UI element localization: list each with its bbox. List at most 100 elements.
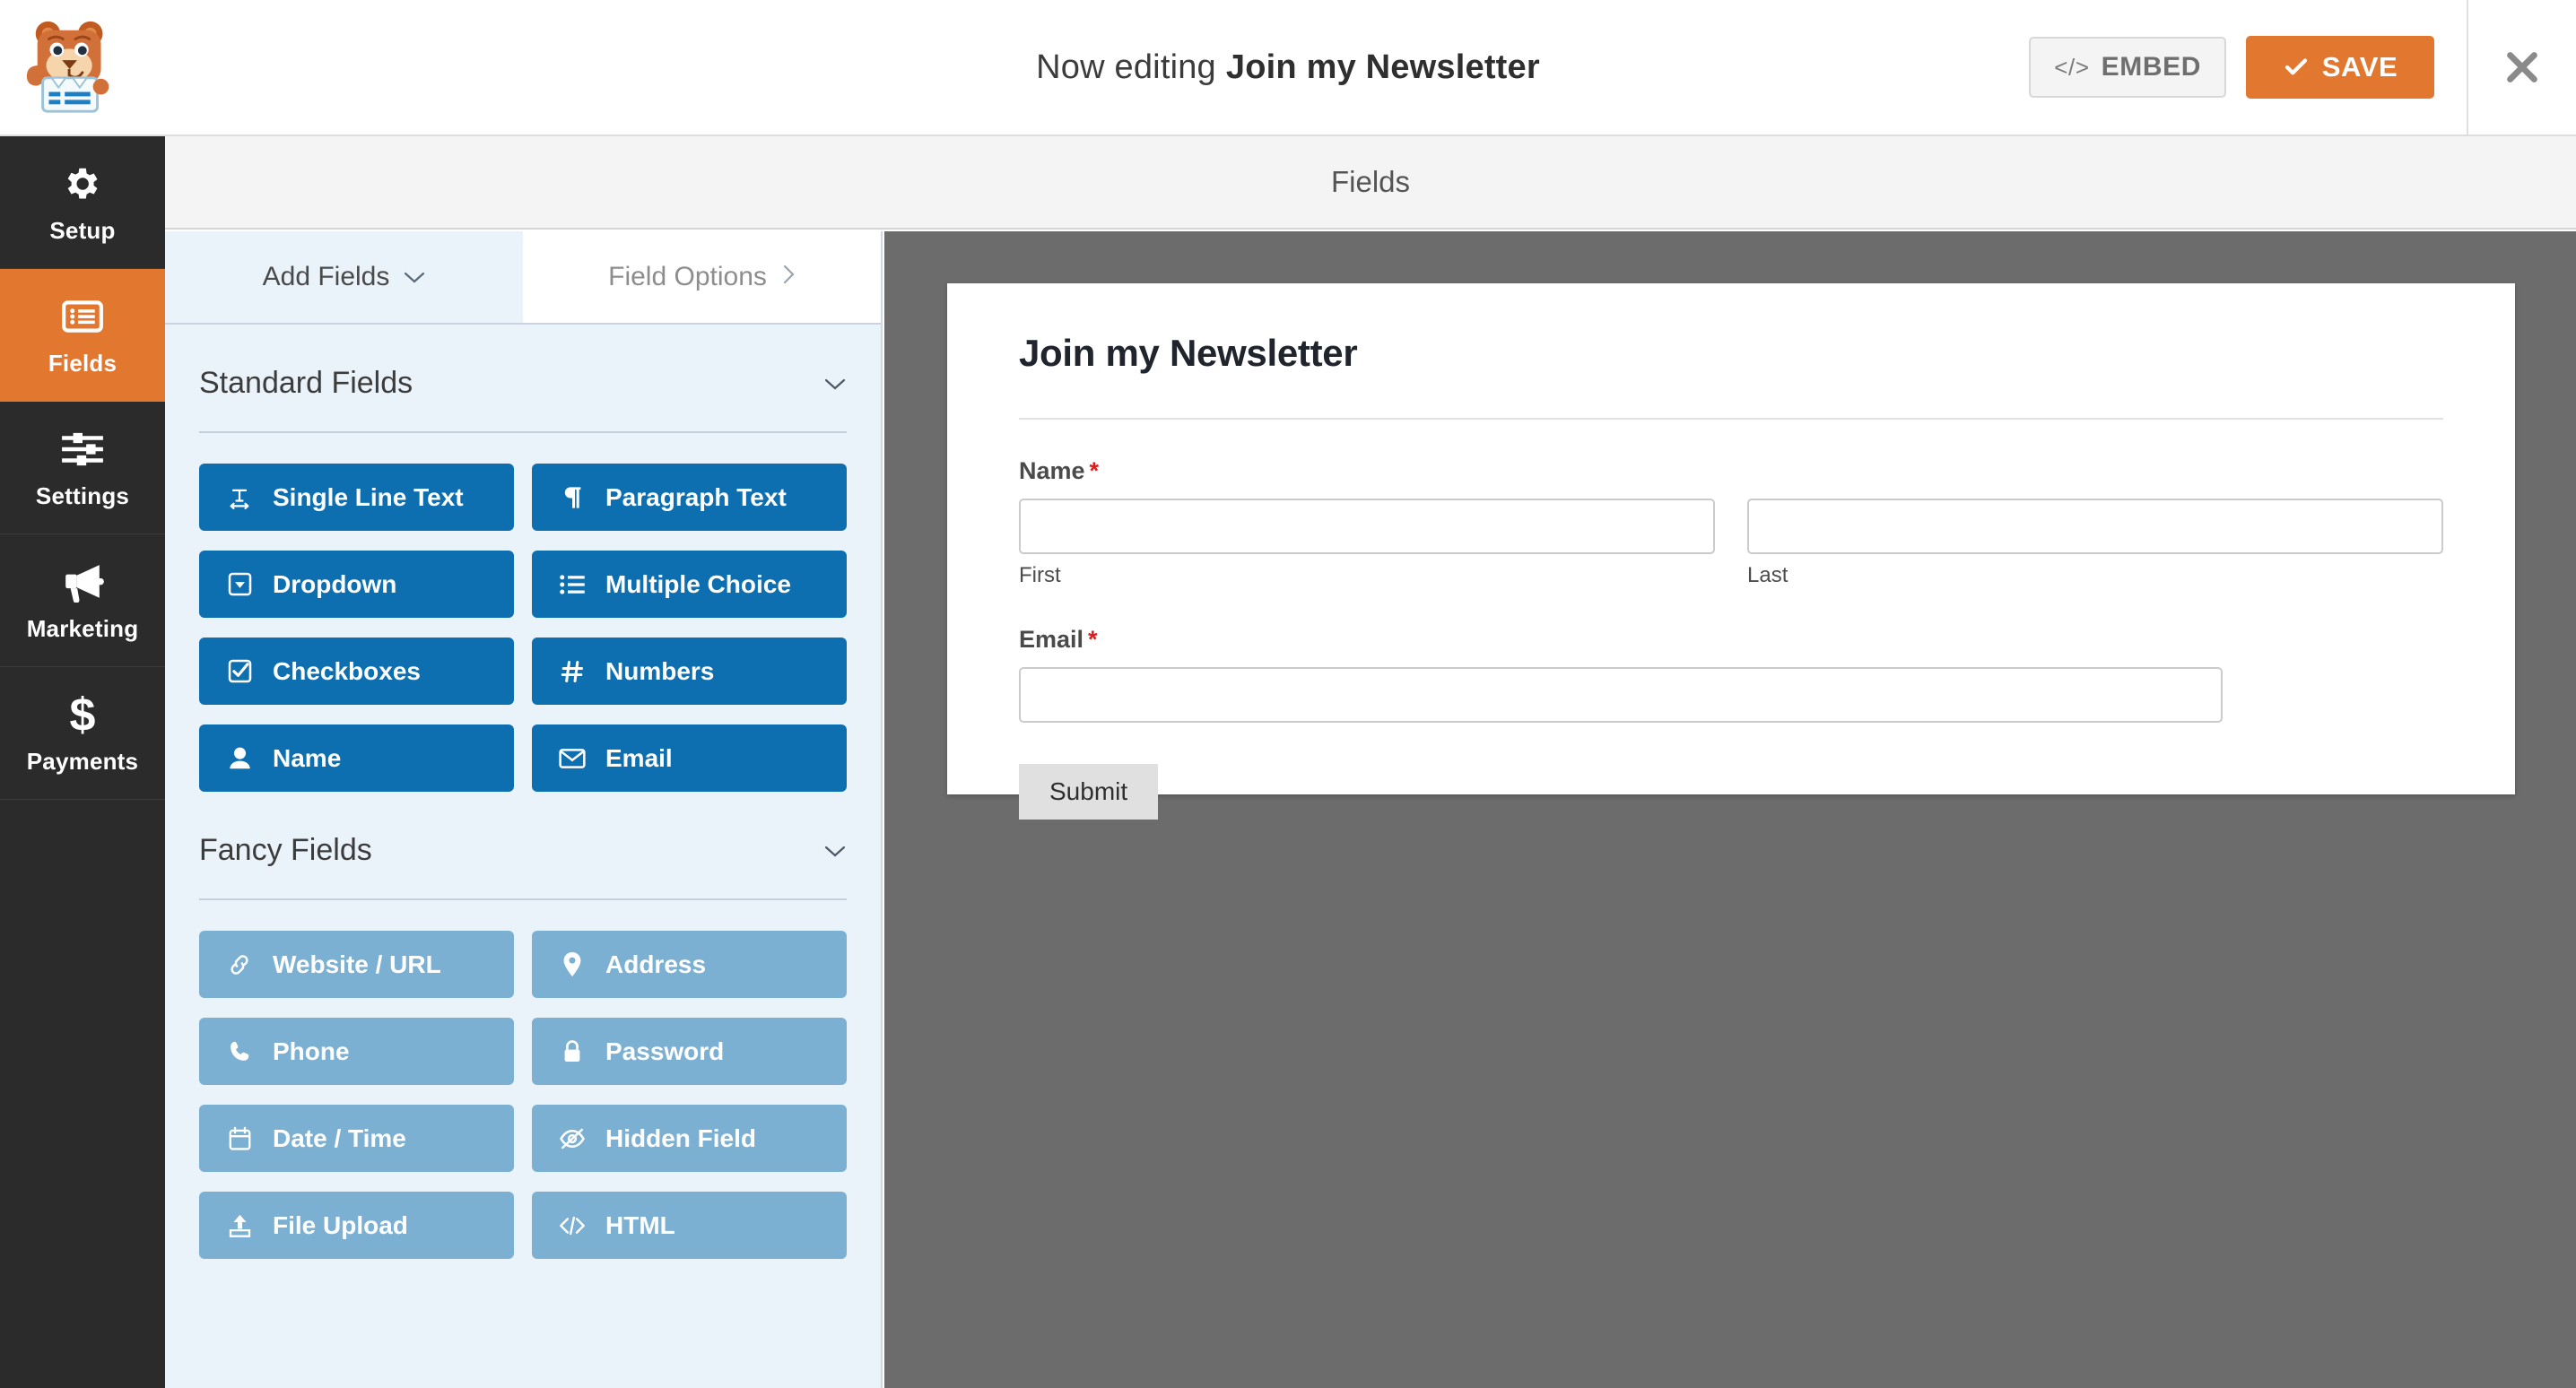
submit-row: Submit: [1019, 764, 2443, 820]
list-ul-icon: [557, 569, 587, 600]
map-marker-icon: [557, 950, 587, 980]
tab-field-options[interactable]: Field Options: [523, 231, 881, 323]
tab-add-fields[interactable]: Add Fields: [165, 231, 523, 323]
form-preview-area: Join my Newsletter Name * First Last Emai…: [884, 231, 2576, 1388]
section-fancy-fields: Fancy Fields Website / URL Address Phone…: [165, 792, 881, 1259]
field-button-html[interactable]: HTML: [532, 1192, 847, 1259]
field-button-label: Multiple Choice: [605, 569, 791, 598]
form-card: Join my Newsletter Name * First Last Emai…: [947, 283, 2515, 820]
field-button-label: File Upload: [273, 1210, 408, 1239]
eye-slash-icon: [557, 1123, 587, 1154]
field-button-numbers[interactable]: Numbers: [532, 638, 847, 705]
name-first-sublabel: First: [1019, 563, 1061, 587]
form-field-email[interactable]: Email *: [1019, 626, 2443, 723]
field-button-file-upload[interactable]: File Upload: [199, 1192, 514, 1259]
editing-form-name: Join my Newsletter: [1225, 48, 1540, 86]
chevron-down-icon[interactable]: [823, 369, 847, 399]
code-icon: </>: [2054, 53, 2090, 81]
email-label-text: Email: [1019, 626, 1084, 653]
fancy-fields-grid: Website / URL Address Phone Password Dat…: [199, 931, 847, 1259]
field-button-address[interactable]: Address: [532, 931, 847, 998]
list-icon: [60, 292, 105, 341]
envelope-icon: [557, 743, 587, 774]
panel-subheader: Fields: [165, 136, 2576, 230]
section-fancy-fields-header[interactable]: Fancy Fields: [199, 792, 847, 900]
section-standard-fields-title: Standard Fields: [199, 366, 413, 400]
hashtag-icon: [557, 656, 587, 687]
sidebar-item-setup-label: Setup: [49, 217, 116, 244]
email-input[interactable]: [1019, 667, 2223, 723]
field-button-name[interactable]: Name: [199, 724, 514, 792]
field-button-label: Paragraph Text: [605, 482, 787, 511]
field-button-label: Email: [605, 743, 673, 772]
top-bar: Now editing Join my Newsletter </> EMBED…: [0, 0, 2576, 136]
sidebar-item-marketing[interactable]: Marketing: [0, 534, 165, 667]
close-icon: [2507, 52, 2537, 82]
field-button-label: Single Line Text: [273, 482, 464, 511]
calendar-icon: [224, 1123, 255, 1154]
text-width-icon: [224, 482, 255, 513]
field-button-label: Password: [605, 1037, 725, 1065]
required-asterisk: *: [1089, 457, 1100, 484]
form-field-email-label: Email *: [1019, 626, 2443, 654]
field-button-label: Checkboxes: [273, 656, 421, 685]
link-icon: [224, 950, 255, 980]
save-button-label: SAVE: [2321, 51, 2398, 82]
panel-tabs: Add Fields Field Options: [165, 231, 881, 325]
name-last-input[interactable]: [1747, 499, 2443, 554]
lock-icon: [557, 1037, 587, 1067]
section-fancy-fields-title: Fancy Fields: [199, 833, 372, 867]
field-button-checkboxes[interactable]: Checkboxes: [199, 638, 514, 705]
code-icon: [557, 1210, 587, 1241]
field-button-date-time[interactable]: Date / Time: [199, 1105, 514, 1172]
sidebar-item-fields[interactable]: Fields: [0, 269, 165, 402]
field-button-paragraph-text[interactable]: Paragraph Text: [532, 464, 847, 531]
sliders-icon: [60, 425, 105, 473]
caret-square-down-icon: [224, 569, 255, 600]
tab-field-options-label: Field Options: [608, 262, 767, 291]
field-button-password[interactable]: Password: [532, 1018, 847, 1085]
sidebar-item-settings[interactable]: Settings: [0, 402, 165, 534]
form-field-name-label: Name *: [1019, 457, 2443, 485]
sidebar-item-fields-label: Fields: [48, 350, 117, 377]
field-button-label: Name: [273, 743, 342, 772]
name-inputs-row: First Last: [1019, 499, 2443, 588]
field-button-phone[interactable]: Phone: [199, 1018, 514, 1085]
field-button-email[interactable]: Email: [532, 724, 847, 792]
field-button-label: Numbers: [605, 656, 715, 685]
section-standard-fields: Standard Fields Single Line Text Paragra…: [165, 325, 881, 792]
chevron-down-icon[interactable]: [823, 836, 847, 866]
section-standard-fields-header[interactable]: Standard Fields: [199, 325, 847, 433]
field-button-label: Dropdown: [273, 569, 397, 598]
sidebar-item-payments-label: Payments: [26, 748, 139, 775]
form-title-divider: [1019, 418, 2443, 420]
field-button-website-url[interactable]: Website / URL: [199, 931, 514, 998]
name-first-input[interactable]: [1019, 499, 1715, 554]
topbar-actions: </> EMBED SAVE: [2029, 0, 2576, 134]
dollar-icon: $: [65, 690, 100, 739]
field-button-label: Website / URL: [273, 950, 441, 978]
form-field-name[interactable]: Name * First Last: [1019, 457, 2443, 588]
megaphone-icon: [59, 558, 106, 606]
close-button[interactable]: [2468, 0, 2576, 134]
standard-fields-grid: Single Line Text Paragraph Text Dropdown…: [199, 464, 847, 792]
check-square-icon: [224, 656, 255, 687]
required-asterisk: *: [1088, 626, 1098, 653]
submit-button[interactable]: Submit: [1019, 764, 1159, 820]
name-last-sublabel: Last: [1747, 563, 1788, 587]
chevron-down-icon: [404, 262, 425, 292]
field-button-hidden-field[interactable]: Hidden Field: [532, 1105, 847, 1172]
embed-button[interactable]: </> EMBED: [2029, 37, 2226, 98]
field-button-label: Phone: [273, 1037, 350, 1065]
chevron-right-icon: [781, 262, 796, 292]
field-button-multiple-choice[interactable]: Multiple Choice: [532, 551, 847, 618]
sidebar-item-setup[interactable]: Setup: [0, 136, 165, 269]
field-button-single-line-text[interactable]: Single Line Text: [199, 464, 514, 531]
check-icon: [2284, 58, 2307, 75]
main-sidebar: Setup Fields Settings Marketing $ Paymen…: [0, 136, 165, 1388]
name-label-text: Name: [1019, 457, 1085, 484]
field-button-dropdown[interactable]: Dropdown: [199, 551, 514, 618]
sidebar-item-payments[interactable]: $ Payments: [0, 667, 165, 800]
gear-icon: [62, 160, 103, 208]
save-button[interactable]: SAVE: [2246, 36, 2434, 99]
